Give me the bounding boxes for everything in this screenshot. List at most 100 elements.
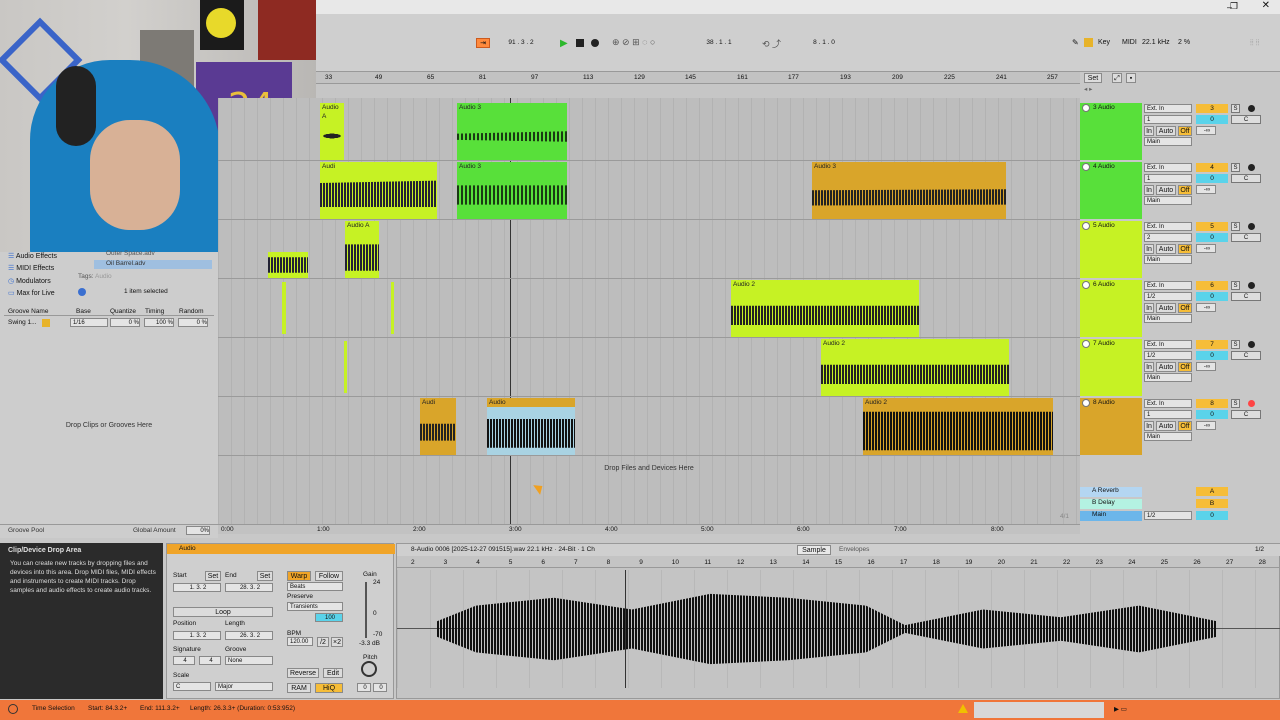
status-info-icon[interactable] [8, 704, 18, 714]
track-volume[interactable]: 0 [1196, 233, 1228, 242]
global-amount-value[interactable]: 0% [186, 526, 210, 535]
clip-track4-audio3[interactable]: Audio 3 [457, 162, 567, 219]
lock-icon[interactable]: ▪ [1126, 73, 1136, 83]
output-select[interactable]: Main [1144, 314, 1192, 323]
bpm-field[interactable]: 120.00 [287, 637, 313, 646]
solo-button[interactable]: S [1231, 222, 1240, 231]
track-pan[interactable]: C [1231, 292, 1261, 301]
input-channel-select[interactable]: 1 [1144, 115, 1192, 124]
pitch-fine[interactable]: 0 [373, 683, 387, 692]
send-a[interactable]: -∞ [1196, 303, 1216, 312]
loop-start[interactable]: 38 . 1 . 1 [696, 38, 742, 47]
pitch-coarse[interactable]: 0 [357, 683, 371, 692]
set-locator-button[interactable]: Set [1084, 73, 1102, 83]
monitor-auto-button[interactable]: Auto [1156, 185, 1176, 195]
solo-button[interactable]: S [1231, 104, 1240, 113]
input-type-select[interactable]: Ext. In [1144, 281, 1192, 290]
arrangement-record-button[interactable]: ⇥ [476, 38, 490, 48]
hiq-button[interactable]: HiQ [315, 683, 343, 693]
monitor-off-button[interactable]: Off [1178, 244, 1192, 254]
sig-denominator[interactable]: 4 [199, 656, 221, 665]
category-modulators[interactable]: ◷ Modulators [8, 277, 51, 287]
sample-wave-area[interactable] [397, 570, 1280, 688]
monitor-auto-button[interactable]: Auto [1156, 303, 1176, 313]
main-track-header[interactable]: Main [1080, 511, 1142, 521]
input-type-select[interactable]: Ext. In [1144, 222, 1192, 231]
gain-slider[interactable] [365, 582, 367, 638]
output-select[interactable]: Main [1144, 137, 1192, 146]
input-type-select[interactable]: Ext. In [1144, 104, 1192, 113]
set-start-button[interactable]: Set [205, 571, 221, 581]
track-header[interactable]: 6 Audio [1080, 280, 1142, 337]
solo-button[interactable]: S [1231, 281, 1240, 290]
sig-numerator[interactable]: 4 [173, 656, 195, 665]
groove-select[interactable]: None [225, 656, 273, 665]
input-channel-select[interactable]: 1/2 [1144, 292, 1192, 301]
track-activator[interactable]: 8 [1196, 399, 1228, 408]
track-volume[interactable]: 0 [1196, 351, 1228, 360]
category-midi-effects[interactable]: ☰ MIDI Effects [8, 264, 54, 274]
stop-icon[interactable] [576, 39, 584, 47]
main-volume[interactable]: 0 [1196, 511, 1228, 520]
monitor-auto-button[interactable]: Auto [1156, 244, 1176, 254]
start-field[interactable]: 1. 3. 2 [173, 583, 221, 592]
length-field[interactable]: 26. 3. 2 [225, 631, 273, 640]
tab-envelopes[interactable]: Envelopes [839, 546, 869, 553]
main-output[interactable]: 1/2 [1144, 511, 1192, 520]
pitch-knob[interactable] [361, 661, 377, 677]
input-channel-select[interactable]: 1/2 [1144, 351, 1192, 360]
groove-timing[interactable]: 100 % [144, 318, 174, 327]
track-pan[interactable]: C [1231, 115, 1261, 124]
arm-record-icon[interactable] [1248, 341, 1255, 348]
preserve-select[interactable]: Transients [287, 602, 343, 611]
track-pan[interactable]: C [1231, 410, 1261, 419]
clip-track3-audio3[interactable]: Audio 3 [457, 103, 567, 160]
track-fold-icon[interactable] [1082, 281, 1090, 289]
monitor-in-button[interactable]: In [1144, 185, 1154, 195]
page-indicator[interactable]: 1/2 [1255, 546, 1264, 553]
track-fold-icon[interactable] [1082, 163, 1090, 171]
groove-quantize[interactable]: 0 % [110, 318, 140, 327]
monitor-off-button[interactable]: Off [1178, 362, 1192, 372]
ram-button[interactable]: RAM [287, 683, 311, 693]
arm-record-icon[interactable] [1248, 282, 1255, 289]
monitor-off-button[interactable]: Off [1178, 126, 1192, 136]
transient-amount[interactable]: 100 [315, 613, 343, 622]
track-header[interactable]: 5 Audio [1080, 221, 1142, 278]
return-a-header[interactable]: A Reverb [1080, 487, 1142, 497]
set-end-button[interactable]: Set [257, 571, 273, 581]
track-fold-icon[interactable] [1082, 104, 1090, 112]
clip-track6-audio2[interactable]: Audio 2 [731, 280, 919, 337]
close-icon[interactable]: ✕ [1262, 0, 1270, 11]
zoom-grid[interactable]: 4/1 [1060, 513, 1069, 520]
io-icon[interactable]: ⦙⦙ ⦙⦙ [1250, 38, 1259, 48]
output-select[interactable]: Main [1144, 255, 1192, 264]
half-tempo-button[interactable]: /2 [317, 637, 329, 647]
track-header[interactable]: 3 Audio [1080, 103, 1142, 160]
monitor-in-button[interactable]: In [1144, 362, 1154, 372]
monitor-off-button[interactable]: Off [1178, 421, 1192, 431]
track-volume[interactable]: 0 [1196, 115, 1228, 124]
solo-button[interactable]: S [1231, 163, 1240, 172]
locator-nav-icons[interactable]: ◂ ▸ [1084, 85, 1092, 93]
groove-drop-area[interactable]: Drop Clips or Grooves Here [0, 422, 218, 429]
solo-button[interactable]: S [1231, 340, 1240, 349]
monitor-auto-button[interactable]: Auto [1156, 362, 1176, 372]
return-b-letter[interactable]: B [1196, 499, 1228, 508]
track-pan[interactable]: C [1231, 233, 1261, 242]
reverse-button[interactable]: Reverse [287, 668, 319, 678]
output-select[interactable]: Main [1144, 432, 1192, 441]
position-field[interactable]: 1. 3. 2 [173, 631, 221, 640]
tab-sample[interactable]: Sample [797, 545, 831, 555]
clip-track4-audio3b[interactable]: Audio 3 [812, 162, 1006, 219]
monitor-off-button[interactable]: Off [1178, 303, 1192, 313]
time-ruler[interactable]: 0:00 1:00 2:00 3:00 4:00 5:00 6:00 7:00 … [218, 524, 1080, 534]
edit-button[interactable]: Edit [323, 668, 343, 678]
return-a-letter[interactable]: A [1196, 487, 1228, 496]
clip-track3-a[interactable]: Audio A [320, 103, 344, 160]
track-volume[interactable]: 0 [1196, 292, 1228, 301]
warning-icon[interactable] [958, 704, 968, 713]
track-fold-icon[interactable] [1082, 222, 1090, 230]
follow-icon[interactable]: ⤢ [1112, 73, 1122, 83]
send-a[interactable]: -∞ [1196, 244, 1216, 253]
